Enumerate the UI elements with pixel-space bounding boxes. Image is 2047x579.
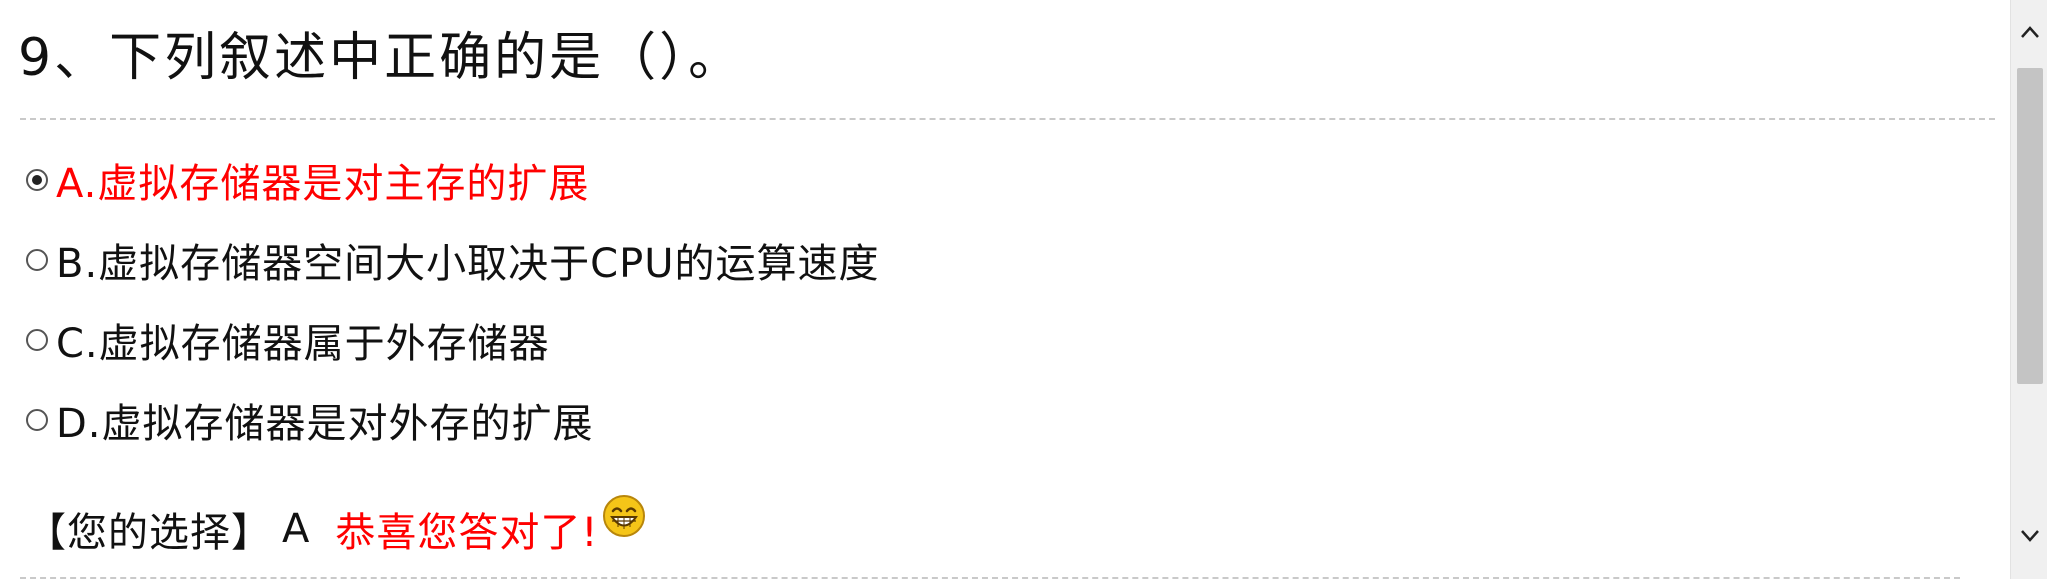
question-title: 9、下列叙述中正确的是（）。 xyxy=(18,28,744,88)
vertical-scrollbar[interactable] xyxy=(2010,0,2047,579)
option-c[interactable]: C.虚拟存储器属于外存储器 xyxy=(26,310,550,370)
option-a-label: A.虚拟存储器是对主存的扩展 xyxy=(56,161,590,207)
option-c-label: C.虚拟存储器属于外存储器 xyxy=(56,321,550,367)
radio-checked-icon[interactable] xyxy=(26,169,48,191)
scroll-thumb[interactable] xyxy=(2017,68,2043,384)
correct-message: 恭喜您答对了! xyxy=(335,510,599,556)
radio-unchecked-icon[interactable] xyxy=(26,249,48,271)
your-choice-label: 【您的选择】 xyxy=(26,510,272,556)
scroll-up-icon[interactable] xyxy=(2011,14,2047,50)
option-b-label: B.虚拟存储器空间大小取决于CPU的运算速度 xyxy=(56,241,880,287)
question-panel: 9、下列叙述中正确的是（）。 A.虚拟存储器是对主存的扩展 B.虚拟存储器空间大… xyxy=(0,0,2010,579)
option-d[interactable]: D.虚拟存储器是对外存的扩展 xyxy=(26,390,594,450)
scroll-down-icon[interactable] xyxy=(2011,518,2047,554)
option-d-label: D.虚拟存储器是对外存的扩展 xyxy=(56,401,594,447)
radio-unchecked-icon[interactable] xyxy=(26,409,48,431)
answer-feedback: 【您的选择】 A 恭喜您答对了! xyxy=(26,495,646,561)
radio-unchecked-icon[interactable] xyxy=(26,329,48,351)
your-choice-value: A xyxy=(282,506,310,552)
divider xyxy=(20,118,1995,120)
grinning-smiley-icon xyxy=(603,495,646,537)
option-b[interactable]: B.虚拟存储器空间大小取决于CPU的运算速度 xyxy=(26,230,879,290)
option-a[interactable]: A.虚拟存储器是对主存的扩展 xyxy=(26,150,589,210)
